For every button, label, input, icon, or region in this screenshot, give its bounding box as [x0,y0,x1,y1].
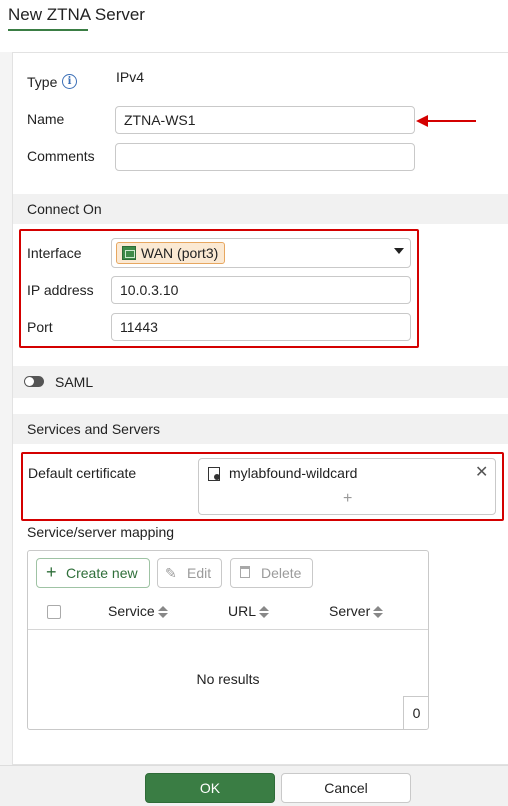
port-input[interactable]: 11443 [111,313,411,341]
type-value: IPv4 [116,69,145,85]
trash-icon [240,566,250,578]
sort-icon [259,605,270,619]
section-connect-on: Connect On [13,194,508,224]
column-url-label: URL [228,603,257,619]
saml-label: SAML [55,374,94,390]
interface-tag: WAN (port3) [116,242,226,264]
interface-label: Interface [27,245,82,261]
cancel-button[interactable]: Cancel [281,773,411,803]
column-service-label: Service [108,603,155,619]
result-count: 0 [403,696,429,729]
clear-icon[interactable]: ✕ [475,462,488,482]
ok-button[interactable]: OK [145,773,275,803]
name-input[interactable]: ZTNA-WS1 [115,106,415,134]
comments-label: Comments [27,148,95,164]
delete-label: Delete [261,565,302,581]
select-all-checkbox[interactable] [47,605,61,619]
sort-icon [157,605,168,619]
interface-port-icon [122,246,136,260]
sort-icon [373,605,384,619]
name-label: Name [27,111,65,127]
delete-button[interactable]: Delete [230,558,313,588]
column-server-label: Server [329,603,371,619]
certificate-value: mylabfound-wildcard [229,465,358,481]
type-label: Type [27,74,58,90]
ip-label: IP address [27,282,94,298]
column-header-service[interactable]: Service [108,603,168,619]
title-underline [8,29,88,31]
create-new-label: Create new [66,565,138,581]
edit-label: Edit [187,565,212,581]
column-header-server[interactable]: Server [329,603,384,619]
annotation-arrow [416,115,476,127]
header-bar: New ZTNA Server [0,0,508,52]
empty-message: No results [196,671,260,687]
add-icon[interactable]: + [343,490,352,508]
edit-button[interactable]: ✎ Edit [157,558,222,588]
plus-icon: + [46,562,57,582]
default-certificate-label: Default certificate [28,465,137,481]
saml-toggle[interactable] [24,376,44,387]
edit-pencil-icon: ✎ [165,565,177,581]
certificate-icon [208,467,220,481]
default-certificate-field[interactable]: mylabfound-wildcard ✕ + [198,458,496,515]
mapping-label: Service/server mapping [27,524,175,540]
page-title: New ZTNA Server [8,5,145,24]
comments-input[interactable] [115,143,415,171]
port-label: Port [27,319,53,335]
interface-tag-label: WAN (port3) [141,245,219,261]
ip-address-input[interactable]: 10.0.3.10 [111,276,411,304]
section-services-servers: Services and Servers [13,414,508,444]
create-new-button[interactable]: + Create new [36,558,150,588]
dropdown-caret-icon[interactable] [394,248,404,254]
table-header-divider [28,629,428,630]
info-icon[interactable]: i [62,74,77,89]
column-header-url[interactable]: URL [228,603,270,619]
